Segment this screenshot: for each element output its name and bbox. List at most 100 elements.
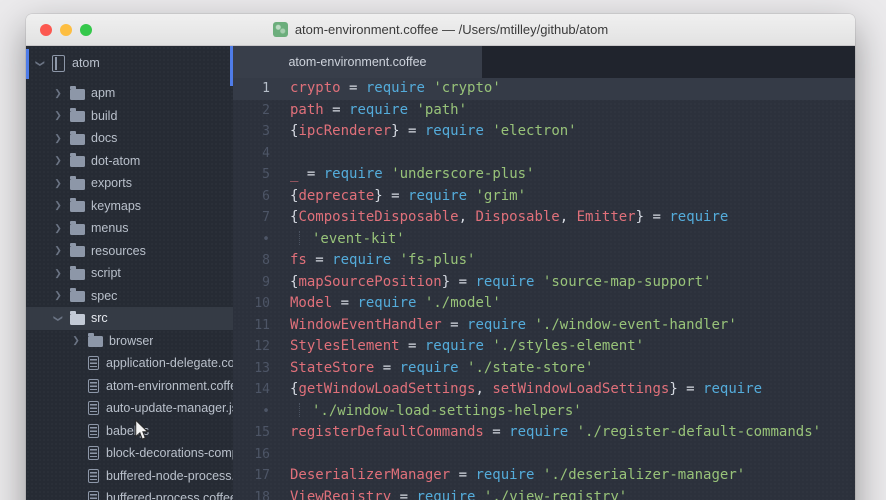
chevron-right-icon[interactable]: [52, 156, 64, 165]
tree-view-panel[interactable]: atom apmbuilddocsdot-atom exports keymaps me…: [26, 46, 233, 500]
tree-item-atom[interactable]: atom: [26, 48, 233, 78]
tree-item-menus[interactable]: menus: [26, 217, 233, 240]
tree-item-spec[interactable]: spec: [26, 285, 233, 308]
window-title: atom-environment.coffee — /Users/mtilley…: [295, 22, 608, 37]
chevron-right-icon[interactable]: [52, 179, 64, 188]
line-number: 6: [233, 186, 290, 208]
code-text[interactable]: {deprecate} = require 'grim': [290, 186, 526, 208]
code-line[interactable]: 8fs = require 'fs-plus': [233, 250, 855, 272]
code-text[interactable]: {ipcRenderer} = require 'electron': [290, 121, 577, 143]
code-text[interactable]: ViewRegistry = require './view-registry': [290, 487, 627, 500]
file-icon: [88, 379, 99, 393]
chevron-right-icon[interactable]: [52, 269, 64, 278]
tree-item-keymaps[interactable]: keymaps: [26, 195, 233, 218]
code-line[interactable]: 2path = require 'path': [233, 100, 855, 122]
chevron-right-icon[interactable]: [70, 336, 82, 345]
zoom-button[interactable]: [80, 24, 92, 36]
tree-item-src[interactable]: src: [26, 307, 233, 330]
tree-item-browser[interactable]: browser: [26, 330, 233, 353]
tree-item-docs[interactable]: docs: [26, 127, 233, 150]
code-line[interactable]: 5_ = require 'underscore-plus': [233, 164, 855, 186]
chevron-down-icon[interactable]: [34, 59, 46, 68]
tree-scroll-indicator-right: [230, 46, 233, 86]
chevron-right-icon[interactable]: [52, 224, 64, 233]
tree-item-label: script: [91, 266, 121, 280]
code-text[interactable]: registerDefaultCommands = require './reg…: [290, 422, 821, 444]
code-line[interactable]: 18ViewRegistry = require './view-registr…: [233, 487, 855, 500]
file-icon: [88, 446, 99, 460]
code-line[interactable]: 7{CompositeDisposable, Disposable, Emitt…: [233, 207, 855, 229]
chevron-right-icon[interactable]: [52, 111, 64, 120]
tree-item-label: menus: [91, 221, 129, 235]
tree-item-label: src: [91, 311, 108, 325]
tree-item-atom-environment.coffee[interactable]: atom-environment.coffee: [26, 375, 233, 398]
code-text[interactable]: WindowEventHandler = require './window-e…: [290, 315, 737, 337]
code-text[interactable]: {getWindowLoadSettings, setWindowLoadSet…: [290, 379, 762, 401]
close-button[interactable]: [40, 24, 52, 36]
minimize-button[interactable]: [60, 24, 72, 36]
code-area[interactable]: 1crypto = require 'crypto'2path = requir…: [233, 78, 855, 500]
file-icon: [88, 356, 99, 370]
code-text[interactable]: fs = require 'fs-plus': [290, 250, 475, 272]
code-line[interactable]: 9{mapSourcePosition} = require 'source-m…: [233, 272, 855, 294]
code-line[interactable]: 16: [233, 444, 855, 466]
code-text[interactable]: StateStore = require './state-store': [290, 358, 593, 380]
tree-item-exports[interactable]: exports: [26, 172, 233, 195]
tab-atom-environment[interactable]: atom-environment.coffee: [233, 46, 482, 78]
code-text[interactable]: StylesElement = require './styles-elemen…: [290, 336, 644, 358]
code-text[interactable]: Model = require './model': [290, 293, 501, 315]
code-text[interactable]: 'event-kit': [290, 229, 405, 251]
indent-guide: [299, 403, 312, 417]
tree-item-dot-atom[interactable]: dot-atom: [26, 150, 233, 173]
line-number: 10: [233, 293, 290, 315]
line-number: 9: [233, 272, 290, 294]
code-line[interactable]: 15registerDefaultCommands = require './r…: [233, 422, 855, 444]
code-line[interactable]: 14{getWindowLoadSettings, setWindowLoadS…: [233, 379, 855, 401]
code-text[interactable]: _ = require 'underscore-plus': [290, 164, 534, 186]
code-text[interactable]: DeserializerManager = require './deseria…: [290, 465, 745, 487]
code-line[interactable]: 6{deprecate} = require 'grim': [233, 186, 855, 208]
chevron-right-icon[interactable]: [52, 134, 64, 143]
code-line[interactable]: 10Model = require './model': [233, 293, 855, 315]
code-line[interactable]: 4: [233, 143, 855, 165]
line-number: 4: [233, 143, 290, 165]
chevron-down-icon[interactable]: [52, 314, 64, 323]
chevron-right-icon[interactable]: [52, 89, 64, 98]
code-line[interactable]: 17DeserializerManager = require './deser…: [233, 465, 855, 487]
code-line[interactable]: 3{ipcRenderer} = require 'electron': [233, 121, 855, 143]
tree-item-resources[interactable]: resources: [26, 240, 233, 263]
code-line[interactable]: 13StateStore = require './state-store': [233, 358, 855, 380]
code-line[interactable]: 12StylesElement = require './styles-elem…: [233, 336, 855, 358]
tree-item-application-delegate.coffee[interactable]: application-delegate.coffee: [26, 352, 233, 375]
tree-item-build[interactable]: build: [26, 105, 233, 128]
main-content: atom apmbuilddocsdot-atom exports keymaps me…: [26, 46, 855, 500]
tree-item-label: exports: [91, 176, 132, 190]
tree-item-block-decorations-component.coffee[interactable]: block-decorations-component.coffee: [26, 442, 233, 465]
app-window: atom-environment.coffee — /Users/mtilley…: [26, 14, 855, 500]
code-text[interactable]: crypto = require 'crypto': [290, 78, 501, 100]
tree-item-label: resources: [91, 244, 146, 258]
tree-item-label: block-decorations-component.coffee: [106, 446, 233, 460]
tree-item-buffered-node-process.coffee[interactable]: buffered-node-process.coffee: [26, 465, 233, 488]
line-number: 13: [233, 358, 290, 380]
chevron-right-icon[interactable]: [52, 246, 64, 255]
tree-item-babel.js[interactable]: babel.js: [26, 420, 233, 443]
chevron-right-icon[interactable]: [52, 201, 64, 210]
tree-item-script[interactable]: script: [26, 262, 233, 285]
code-text[interactable]: {CompositeDisposable, Disposable, Emitte…: [290, 207, 728, 229]
tree-item-apm[interactable]: apm: [26, 82, 233, 105]
title-bar[interactable]: atom-environment.coffee — /Users/mtilley…: [26, 14, 855, 46]
code-line[interactable]: 11WindowEventHandler = require './window…: [233, 315, 855, 337]
code-text[interactable]: {mapSourcePosition} = require 'source-ma…: [290, 272, 711, 294]
wrap-marker: •: [233, 401, 290, 423]
code-text[interactable]: path = require 'path': [290, 100, 467, 122]
code-line[interactable]: 1crypto = require 'crypto': [233, 78, 855, 100]
tree-item-buffered-process.coffee[interactable]: buffered-process.coffee: [26, 487, 233, 500]
code-text[interactable]: './window-load-settings-helpers': [290, 401, 582, 423]
tree-item-auto-update-manager.js[interactable]: auto-update-manager.js: [26, 397, 233, 420]
code-line[interactable]: •'./window-load-settings-helpers': [233, 401, 855, 423]
chevron-right-icon[interactable]: [52, 291, 64, 300]
folder-icon: [70, 179, 85, 190]
folder-icon: [70, 156, 85, 167]
code-line[interactable]: •'event-kit': [233, 229, 855, 251]
